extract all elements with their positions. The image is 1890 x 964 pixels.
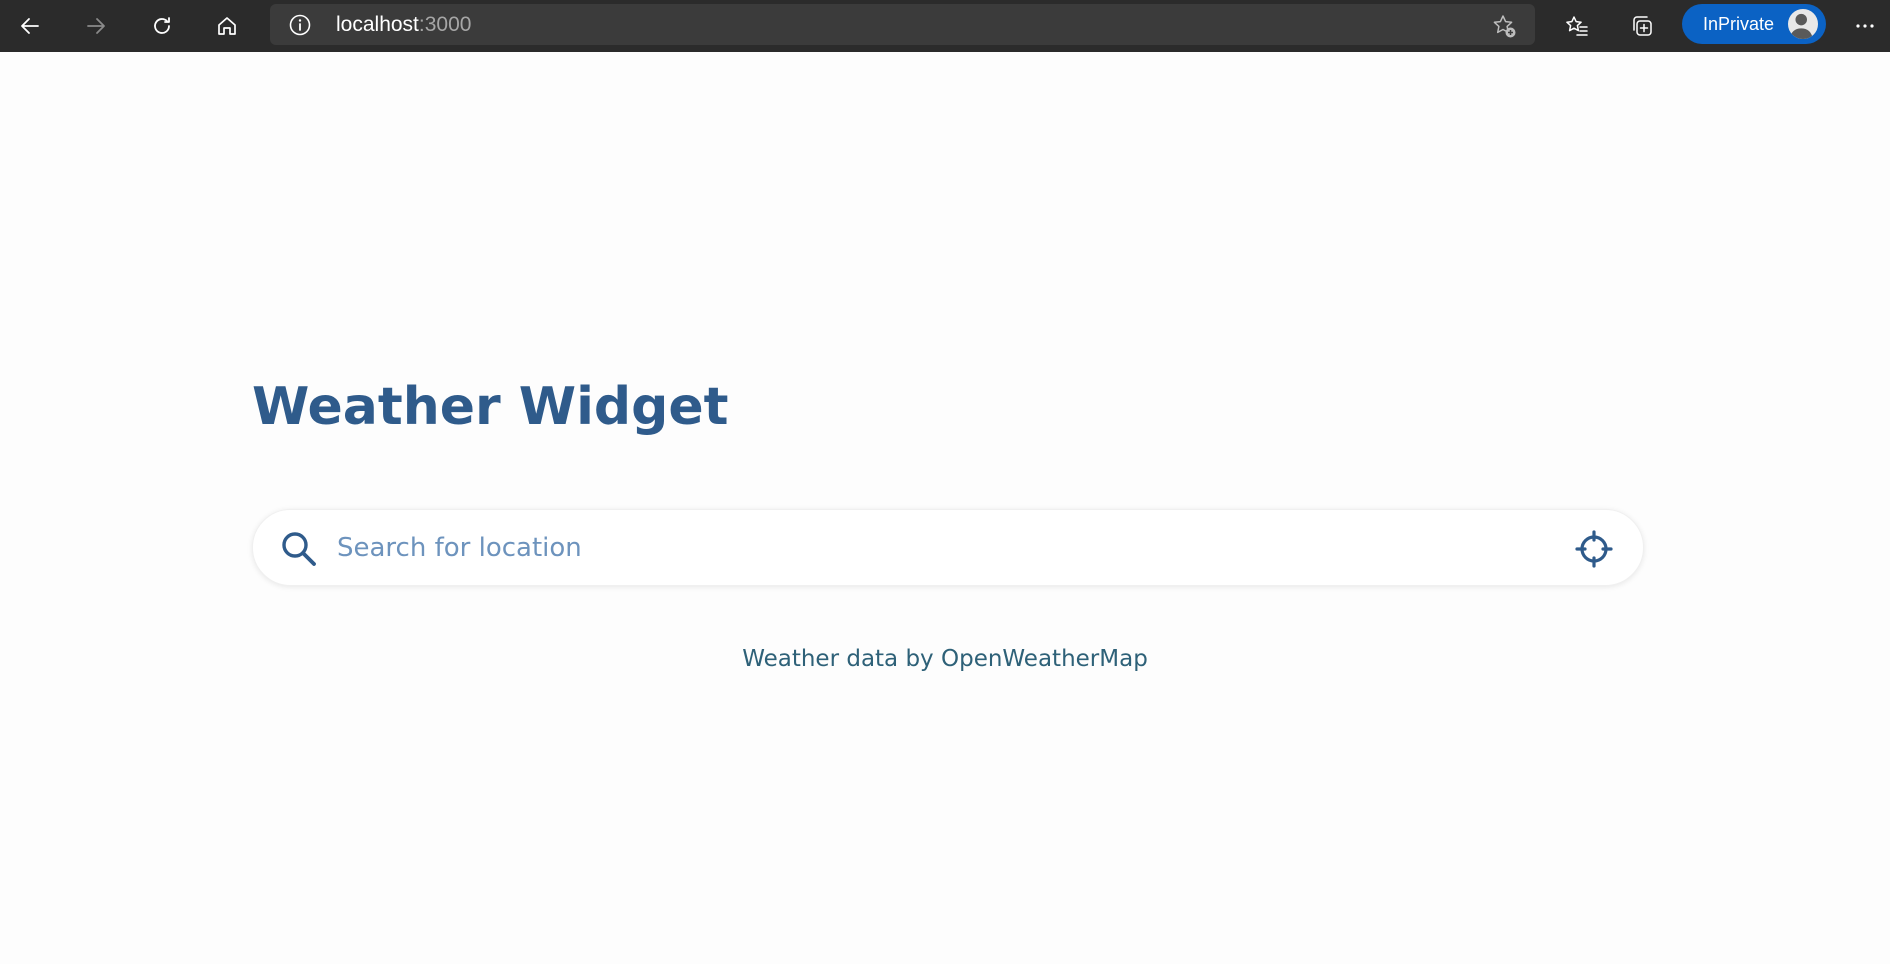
star-plus-icon bbox=[1493, 15, 1516, 38]
openweathermap-link[interactable]: OpenWeatherMap bbox=[941, 646, 1148, 672]
address-url[interactable]: localhost:3000 bbox=[336, 14, 471, 36]
current-location-button[interactable] bbox=[1575, 530, 1613, 568]
favorites-icon bbox=[1566, 16, 1588, 36]
inprivate-label: InPrivate bbox=[1703, 14, 1775, 34]
arrow-right-icon bbox=[87, 18, 105, 34]
favorites-button[interactable] bbox=[1557, 6, 1597, 46]
add-favorite-button[interactable] bbox=[1491, 13, 1517, 39]
attribution-prefix: Weather data by bbox=[742, 646, 941, 672]
search-bar bbox=[252, 509, 1644, 586]
info-icon bbox=[289, 14, 311, 36]
search-icon bbox=[282, 532, 316, 566]
avatar bbox=[1786, 7, 1820, 41]
home-icon bbox=[218, 17, 236, 35]
browser-toolbar: localhost:3000 InPrivate bbox=[0, 0, 1890, 52]
address-host: localhost bbox=[336, 13, 419, 36]
arrow-left-icon bbox=[21, 18, 39, 34]
search-input[interactable] bbox=[337, 524, 1517, 572]
back-button[interactable] bbox=[10, 6, 50, 46]
collections-icon bbox=[1633, 16, 1652, 36]
page-title: Weather Widget bbox=[252, 377, 729, 437]
person-icon bbox=[1789, 13, 1813, 39]
refresh-button[interactable] bbox=[142, 6, 182, 46]
home-button[interactable] bbox=[207, 6, 247, 46]
attribution-text: Weather data by OpenWeatherMap bbox=[0, 646, 1890, 672]
forward-button[interactable] bbox=[76, 6, 116, 46]
refresh-icon bbox=[154, 17, 170, 34]
address-port: :3000 bbox=[418, 13, 472, 36]
crosshair-icon bbox=[1575, 530, 1613, 568]
site-info-button[interactable] bbox=[288, 13, 312, 37]
collections-button[interactable] bbox=[1622, 6, 1662, 46]
more-icon bbox=[1856, 24, 1874, 28]
inprivate-profile-button[interactable]: InPrivate bbox=[1682, 4, 1826, 44]
more-button[interactable] bbox=[1845, 6, 1885, 46]
address-bar[interactable]: localhost:3000 bbox=[270, 4, 1535, 45]
